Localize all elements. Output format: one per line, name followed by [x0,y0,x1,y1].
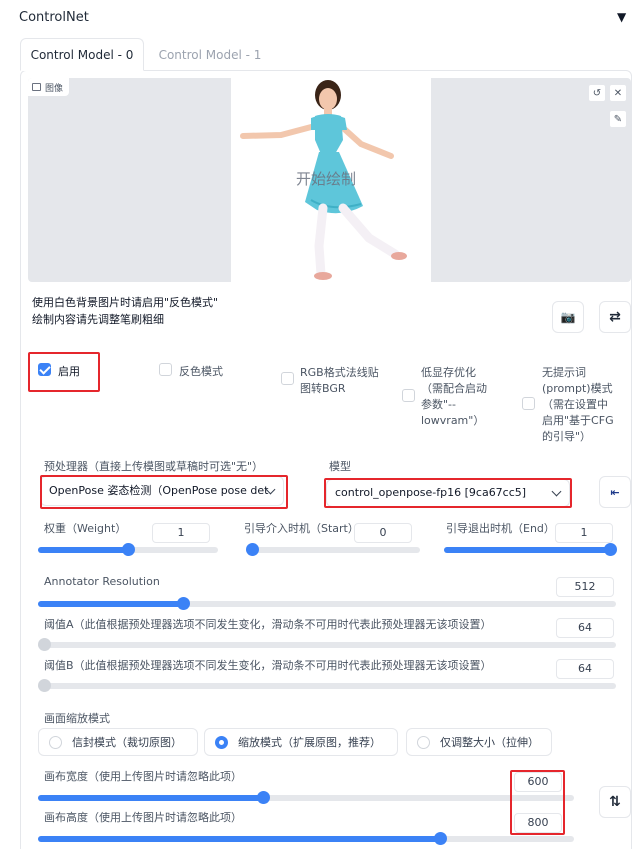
chevron-down-icon [551,486,562,497]
weight-slider[interactable] [38,543,218,556]
low-vram-checkbox[interactable] [402,389,415,402]
guess-mode-label-1: 无提示词 [542,366,586,379]
threshold-b-label: 阈值B（此值根据预处理器选项不同发生变化，滑动条不可用时代表此预处理器无该项设置… [44,659,492,672]
radio-stretch[interactable]: 仅调整大小（拉伸） [406,728,552,756]
enable-label: 启用 [58,365,80,378]
threshold-a-slider[interactable] [38,638,616,651]
send-end-button[interactable]: ⇤ [599,476,631,508]
close-icon[interactable]: ✕ [609,84,627,102]
controlnet-header[interactable]: ControlNet ▼ [0,0,640,36]
camera-icon: 📷 [560,310,576,324]
threshold-a-label: 阈值A（此值根据预处理器选项不同发生变化，滑动条不可用时代表此预处理器无该项设置… [44,618,492,631]
weight-input[interactable]: 1 [152,523,210,543]
end-slider[interactable] [444,543,617,556]
radio-envelope[interactable]: 信封模式（裁切原图） [38,728,198,756]
low-vram-label-4: lowvram"） [421,414,485,427]
preprocessor-select[interactable]: OpenPose 姿态检测（OpenPose pose det [40,476,284,506]
image-icon [32,83,41,91]
model-select[interactable]: control_openpose-fp16 [9ca67cc5] [326,479,570,507]
canvas-height-input[interactable]: 800 [514,813,562,833]
canvas-width-slider[interactable] [38,791,574,804]
annotator-label: Annotator Resolution [44,575,160,588]
undo-icon[interactable]: ↺ [588,84,606,102]
rgb-bgr-label-2: 图转BGR [300,382,346,395]
swap-icon: ⇄ [609,309,621,325]
model-value: control_openpose-fp16 [9ca67cc5] [335,486,527,499]
canvas-width-label: 画布宽度（使用上传图片时请忽略此项） [44,770,242,783]
low-vram-label-1: 低显存优化 [421,366,476,379]
threshold-b-input[interactable]: 64 [556,659,614,679]
triangle-down-icon[interactable]: ▼ [617,10,626,24]
radio-scale-dot [215,735,228,749]
swap-dimensions-button[interactable]: ⇅ [599,786,631,818]
swap-vertical-icon: ⇅ [609,794,621,810]
hint-invert: 使用白色背景图片时请启用"反色模式" [32,296,219,309]
invert-label: 反色模式 [179,365,223,378]
canvas-height-label: 画布高度（使用上传图片时请忽略此项） [44,811,242,824]
preprocessor-label: 预处理器（直接上传模图或草稿时可选"无"） [44,460,264,473]
enable-checkbox[interactable] [38,363,51,376]
invert-checkbox[interactable] [159,363,172,376]
canvas-width-input[interactable]: 600 [514,772,562,792]
guess-mode-checkbox[interactable] [522,397,535,410]
start-slider[interactable] [246,543,420,556]
low-vram-label-2: （需配合启动 [421,382,487,395]
rgb-bgr-label-1: RGB格式法线贴 [300,366,379,379]
guess-mode-label-2: (prompt)模式 [542,382,613,395]
threshold-b-slider[interactable] [38,679,616,692]
resize-mode-label: 画面缩放模式 [44,712,110,725]
image-canvas[interactable]: 图像 开始绘制 ↺ ✕ ✎ [28,78,631,282]
brush-icon[interactable]: ✎ [609,110,627,128]
annotator-slider[interactable] [38,597,616,610]
radio-envelope-dot [49,735,62,749]
canvas-height-slider[interactable] [38,832,574,845]
swap-button[interactable]: ⇄ [599,301,631,333]
section-title: ControlNet [19,10,89,25]
threshold-a-input[interactable]: 64 [556,618,614,638]
hint-brush: 绘制内容请先调整笔刷粗细 [32,313,164,326]
image-label: 图像 [28,78,70,96]
guess-mode-label-4: 启用"基于CFG [542,414,614,427]
send-end-icon: ⇤ [610,485,620,499]
radio-scale[interactable]: 缩放模式（扩展原图，推荐） [204,728,398,756]
camera-button[interactable]: 📷 [552,301,584,333]
rgb-bgr-checkbox[interactable] [281,372,294,385]
canvas-overlay-text: 开始绘制 [296,170,357,188]
guess-mode-label-5: 的引导"） [542,430,592,443]
radio-stretch-dot [417,735,430,749]
annotator-input[interactable]: 512 [556,577,614,597]
end-input[interactable]: 1 [555,523,613,543]
tab-control-model-0[interactable]: Control Model - 0 [20,38,144,71]
start-label: 引导介入时机（Start） [244,522,359,535]
guess-mode-label-3: （需在设置中 [542,398,608,411]
start-input[interactable]: 0 [354,523,412,543]
weight-label: 权重（Weight） [44,522,127,535]
low-vram-label-3: 参数"-- [421,398,456,411]
model-label: 模型 [329,460,351,473]
tab-control-model-1[interactable]: Control Model - 1 [150,38,270,71]
preprocessor-value: OpenPose 姿态检测（OpenPose pose det [49,484,269,497]
end-label: 引导退出时机（End） [446,522,555,535]
